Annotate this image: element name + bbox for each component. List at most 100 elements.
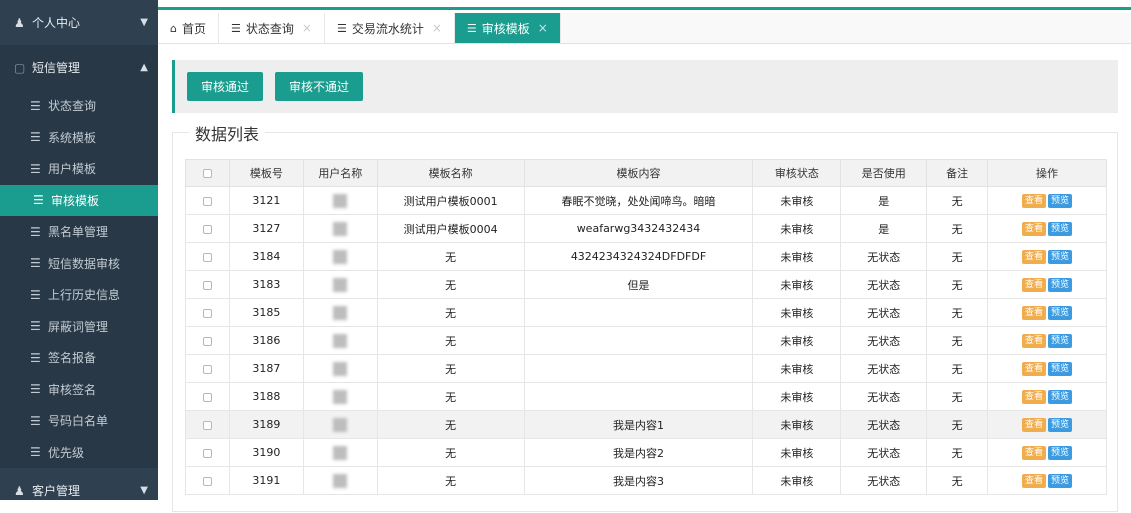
template-id-cell: 3127 xyxy=(228,214,304,243)
template-content-cell: 4324234324324DFDFDF xyxy=(523,242,754,271)
sidebar-item[interactable]: ☰ 审核签名 xyxy=(0,373,158,405)
sidebar-group-customer[interactable]: ♟ 客户管理 ▼ xyxy=(0,468,158,513)
preview-button[interactable]: 预览 xyxy=(1048,250,1073,264)
preview-button[interactable]: 预览 xyxy=(1048,390,1073,404)
close-icon[interactable]: × xyxy=(302,21,312,35)
view-button[interactable]: 查看 xyxy=(1022,222,1047,236)
sidebar-item[interactable]: ☰ 状态查询 xyxy=(0,90,158,122)
redacted-name xyxy=(333,305,348,320)
row-select-cell[interactable] xyxy=(185,410,230,439)
row-checkbox[interactable] xyxy=(202,420,212,430)
row-select-cell[interactable] xyxy=(185,354,230,383)
table-row[interactable]: 3191 无我是内容3 未审核 无状态无查看 预览 xyxy=(185,466,1107,495)
row-checkbox[interactable] xyxy=(202,280,212,290)
table-row[interactable]: 3188 无未审核 无状态无查看 预览 xyxy=(185,382,1107,411)
view-button[interactable]: 查看 xyxy=(1022,390,1047,404)
row-checkbox[interactable] xyxy=(202,476,212,486)
tab-home[interactable]: ⌂ 首页 xyxy=(158,13,219,43)
sidebar-item[interactable]: ☰ 签名报备 xyxy=(0,342,158,374)
sidebar-item[interactable]: ☰ 优先级 xyxy=(0,436,158,468)
sidebar-item-label: 审核签名 xyxy=(48,382,97,397)
row-select-cell[interactable] xyxy=(185,326,230,355)
row-checkbox[interactable] xyxy=(202,336,212,346)
tab-review-template[interactable]: ☰ 审核模板 × xyxy=(454,13,561,43)
row-checkbox[interactable] xyxy=(202,308,212,318)
view-button[interactable]: 查看 xyxy=(1022,418,1047,432)
table-row[interactable]: 3185 无未审核 无状态无查看 预览 xyxy=(185,298,1107,327)
column-header: 用户名称 xyxy=(302,159,378,187)
row-checkbox[interactable] xyxy=(202,364,212,374)
redacted-name xyxy=(333,221,348,236)
view-button[interactable]: 查看 xyxy=(1022,334,1047,348)
row-checkbox[interactable] xyxy=(202,196,212,206)
sidebar-item-label: 优先级 xyxy=(48,445,85,460)
close-icon[interactable]: × xyxy=(432,21,442,35)
view-button[interactable]: 查看 xyxy=(1022,474,1047,488)
row-select-cell[interactable] xyxy=(185,186,230,215)
preview-button[interactable]: 预览 xyxy=(1048,306,1073,320)
redacted-name xyxy=(333,193,348,208)
preview-button[interactable]: 预览 xyxy=(1048,278,1073,292)
preview-button[interactable]: 预览 xyxy=(1048,474,1073,488)
select-all-cell[interactable] xyxy=(185,159,230,187)
actions-cell: 查看 预览 xyxy=(987,466,1107,495)
sidebar-item[interactable]: ☰ 用户模板 xyxy=(0,153,158,185)
table-row[interactable]: 3183 无但是 未审核 无状态无查看 预览 xyxy=(185,270,1107,299)
table-row[interactable]: 3127 测试用户模板0004 weafarwg3432432434 未审核是无查看预… xyxy=(185,214,1107,243)
row-select-cell[interactable] xyxy=(185,242,230,271)
row-checkbox[interactable] xyxy=(202,448,212,458)
menu-icon: ☰ xyxy=(30,350,41,365)
view-button[interactable]: 查看 xyxy=(1022,278,1047,292)
table-row[interactable]: 3187 无未审核 无状态无查看 预览 xyxy=(185,354,1107,383)
sidebar-item[interactable]: ☰ 短信数据审核 xyxy=(0,247,158,279)
row-select-cell[interactable] xyxy=(185,214,230,243)
preview-button[interactable]: 预览 xyxy=(1048,194,1073,208)
sidebar-item[interactable]: ☰ 屏蔽词管理 xyxy=(0,310,158,342)
row-select-cell[interactable] xyxy=(185,270,230,299)
tab-status-query[interactable]: ☰ 状态查询 × xyxy=(219,13,325,43)
tab-transaction-stats[interactable]: ☰ 交易流水统计 × xyxy=(324,13,455,43)
preview-button[interactable]: 预览 xyxy=(1048,446,1073,460)
user-name-cell xyxy=(302,438,378,467)
row-checkbox[interactable] xyxy=(202,392,212,402)
preview-button[interactable]: 预览 xyxy=(1048,362,1073,376)
approve-button[interactable]: 审核通过 xyxy=(187,72,264,101)
sidebar-item[interactable]: ☰ 系统模板 xyxy=(0,121,158,153)
view-button[interactable]: 查看 xyxy=(1022,446,1047,460)
row-checkbox[interactable] xyxy=(202,224,212,234)
view-button[interactable]: 查看 xyxy=(1022,306,1047,320)
sidebar-group-profile[interactable]: ♟ 个人中心 ▼ xyxy=(0,0,158,45)
view-button[interactable]: 查看 xyxy=(1022,362,1047,376)
preview-button[interactable]: 预览 xyxy=(1048,418,1073,432)
table-row[interactable]: 3184 无 4324234324324DFDFDF 未审核 无状态无查看 预览 xyxy=(185,242,1107,271)
sidebar-item[interactable]: ☰ 黑名单管理 xyxy=(0,216,158,248)
redacted-name xyxy=(333,445,348,460)
preview-button[interactable]: 预览 xyxy=(1048,334,1073,348)
row-select-cell[interactable] xyxy=(185,438,230,467)
table-row[interactable]: 3189 无我是内容1 未审核 无状态无查看 预览 xyxy=(185,410,1107,439)
template-name-cell: 无 xyxy=(376,438,525,467)
row-select-cell[interactable] xyxy=(185,382,230,411)
sidebar-item[interactable]: ☰ 上行历史信息 xyxy=(0,279,158,311)
reject-button[interactable]: 审核不通过 xyxy=(275,72,364,101)
preview-button[interactable]: 预览 xyxy=(1048,222,1073,236)
row-select-cell[interactable] xyxy=(185,466,230,495)
in-use-cell: 无状态 xyxy=(840,438,928,467)
close-icon[interactable]: × xyxy=(538,21,548,35)
template-id-cell: 3190 xyxy=(228,438,304,467)
table-row[interactable]: 3121 测试用户模板0001 春眠不觉晓，处处闻啼鸟。暗暗 未审核是无查看 预览 xyxy=(185,186,1107,215)
view-button[interactable]: 查看 xyxy=(1022,194,1047,208)
view-button[interactable]: 查看 xyxy=(1022,250,1047,264)
table-header-row: 模板号 用户名称 模板名称 模板内容 审核状态 是否使用 备注 操作 xyxy=(185,159,1107,187)
table-row[interactable]: 3186 无未审核 无状态无查看 预览 xyxy=(185,326,1107,355)
menu-icon: ☰ xyxy=(336,21,347,35)
select-all-checkbox[interactable] xyxy=(202,169,212,178)
actions-cell: 查看 预览 xyxy=(987,298,1107,327)
table-row[interactable]: 3190 无我是内容2 未审核 无状态无查看 预览 xyxy=(185,438,1107,467)
sidebar-item[interactable]: ☰ 号码白名单 xyxy=(0,405,158,437)
template-id-cell: 3191 xyxy=(228,466,304,495)
sidebar-group-sms[interactable]: ▢ 短信管理 ▲ xyxy=(0,45,158,90)
row-checkbox[interactable] xyxy=(202,252,212,262)
sidebar-item[interactable]: ☰ 审核模板 xyxy=(0,184,158,216)
row-select-cell[interactable] xyxy=(185,298,230,327)
